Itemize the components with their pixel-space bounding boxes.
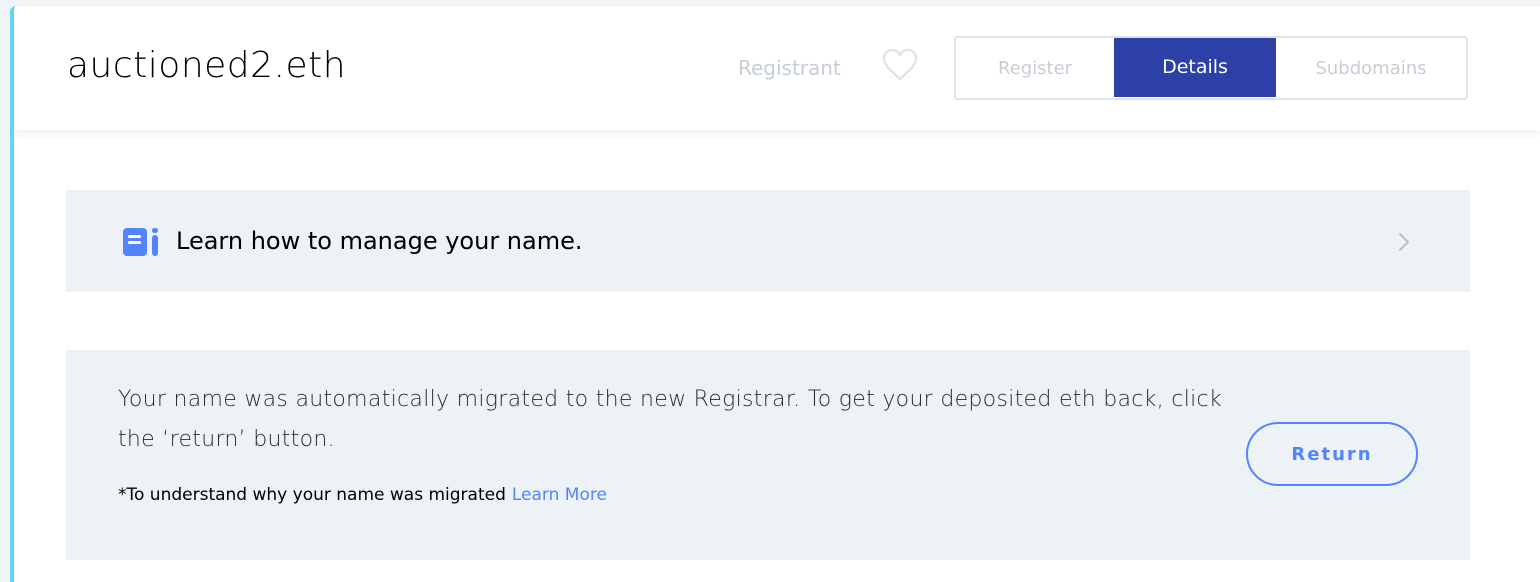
chevron-right-icon	[1399, 233, 1409, 251]
book-pencil-icon	[123, 228, 158, 256]
tab-register[interactable]: Register	[956, 38, 1114, 98]
learn-more-link[interactable]: Learn More	[512, 485, 607, 505]
domain-header: auctioned2.eth Registrant Register Detai…	[14, 6, 1540, 130]
learn-banner-text: Learn how to manage your name.	[176, 227, 583, 255]
learn-manage-banner[interactable]: Learn how to manage your name.	[66, 190, 1470, 292]
domain-tabs: Register Details Subdomains	[954, 36, 1468, 100]
registrant-label: Registrant	[738, 56, 841, 80]
heart-outline-icon[interactable]	[882, 48, 918, 82]
tab-details[interactable]: Details	[1114, 38, 1276, 97]
migration-note-text: *To understand why your name was migrate…	[118, 485, 506, 505]
migration-notice: Your name was automatically migrated to …	[66, 350, 1470, 560]
migration-note: *To understand why your name was migrate…	[118, 484, 607, 506]
tab-subdomains[interactable]: Subdomains	[1276, 38, 1466, 98]
return-button[interactable]: Return	[1246, 422, 1418, 486]
domain-title: auctioned2.eth	[67, 45, 347, 86]
domain-page: auctioned2.eth Registrant Register Detai…	[10, 6, 1540, 582]
migration-message: Your name was automatically migrated to …	[118, 387, 1222, 452]
